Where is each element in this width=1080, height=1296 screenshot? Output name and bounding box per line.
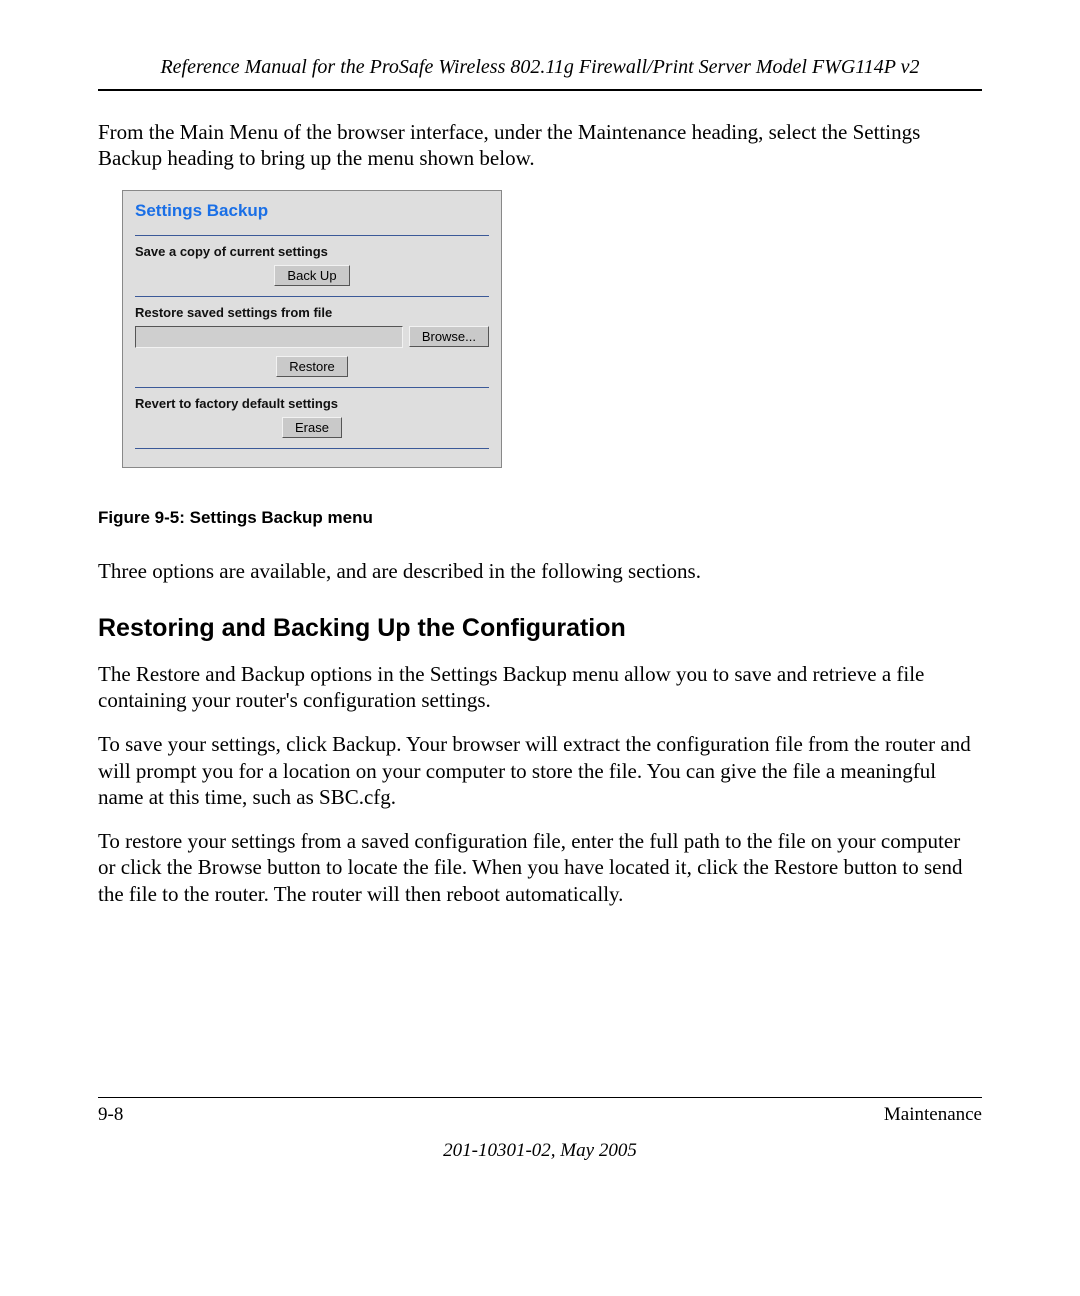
backup-button[interactable]: Back Up <box>274 265 349 286</box>
restore-button[interactable]: Restore <box>276 356 348 377</box>
footer-section-name: Maintenance <box>884 1104 982 1126</box>
restore-section: Restore saved settings from file Browse.… <box>135 296 489 387</box>
restore-label: Restore saved settings from file <box>135 305 489 320</box>
section-heading: Restoring and Backing Up the Configurati… <box>98 614 982 643</box>
save-section: Save a copy of current settings Back Up <box>135 235 489 296</box>
running-header: Reference Manual for the ProSafe Wireles… <box>98 56 982 79</box>
figure-screenshot-wrap: Settings Backup Save a copy of current s… <box>122 190 982 468</box>
intro-paragraph: From the Main Menu of the browser interf… <box>98 119 982 172</box>
erase-button[interactable]: Erase <box>282 417 342 438</box>
browse-button[interactable]: Browse... <box>409 326 489 347</box>
page-footer: 9-8 Maintenance 201-10301-02, May 2005 <box>98 1097 982 1162</box>
save-label: Save a copy of current settings <box>135 244 489 259</box>
body-para-3: To restore your settings from a saved co… <box>98 828 982 907</box>
footer-docinfo: 201-10301-02, May 2005 <box>98 1140 982 1162</box>
header-rule <box>98 89 982 91</box>
settings-backup-panel: Settings Backup Save a copy of current s… <box>122 190 502 468</box>
footer-page-number: 9-8 <box>98 1104 123 1126</box>
revert-section: Revert to factory default settings Erase <box>135 387 489 449</box>
para-after-figure: Three options are available, and are des… <box>98 558 982 584</box>
restore-file-input[interactable] <box>135 326 403 348</box>
footer-rule <box>98 1097 982 1098</box>
body-para-1: The Restore and Backup options in the Se… <box>98 661 982 714</box>
document-page: Reference Manual for the ProSafe Wireles… <box>0 0 1080 1202</box>
body-para-2: To save your settings, click Backup. You… <box>98 731 982 810</box>
revert-label: Revert to factory default settings <box>135 396 489 411</box>
panel-title: Settings Backup <box>135 201 489 221</box>
figure-caption: Figure 9-5: Settings Backup menu <box>98 508 982 528</box>
